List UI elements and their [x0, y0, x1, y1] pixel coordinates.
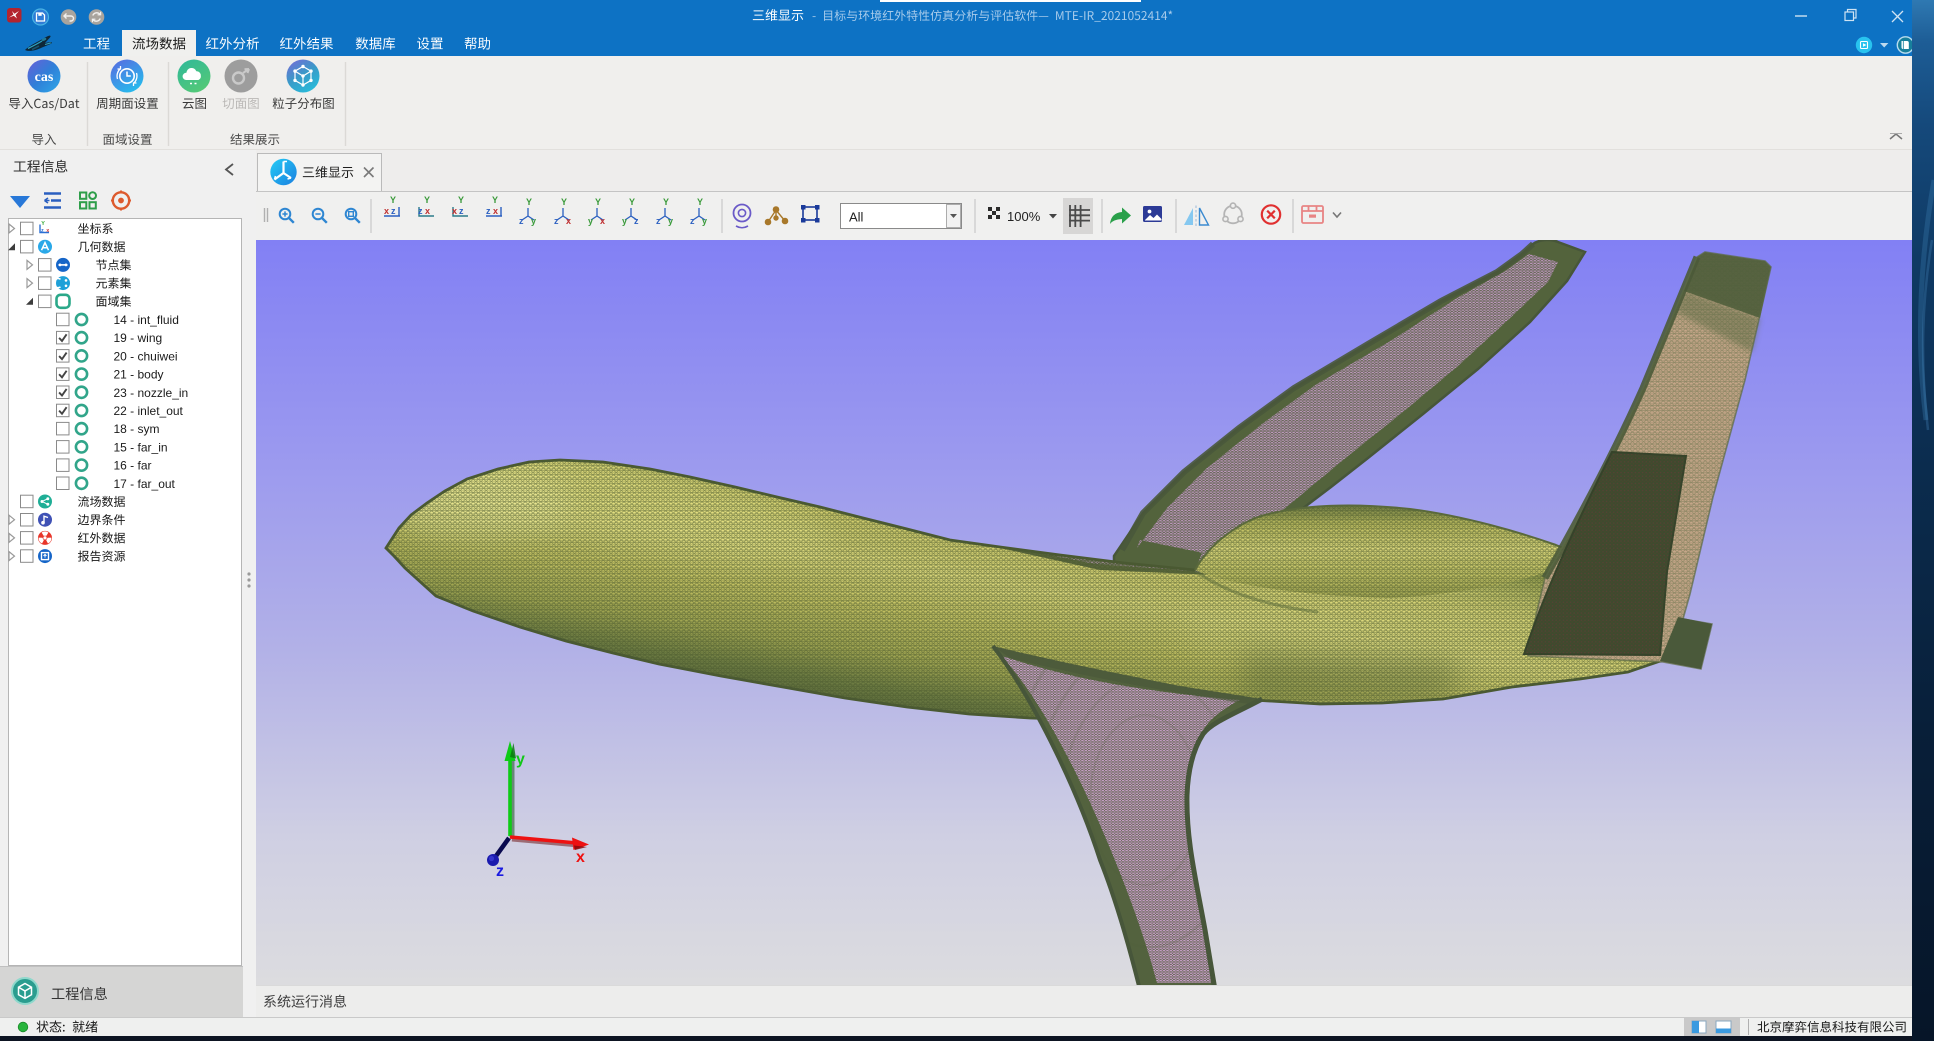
- svg-text:y: y: [516, 751, 525, 768]
- svg-text:z: z: [496, 863, 504, 880]
- svg-text:x: x: [576, 849, 585, 866]
